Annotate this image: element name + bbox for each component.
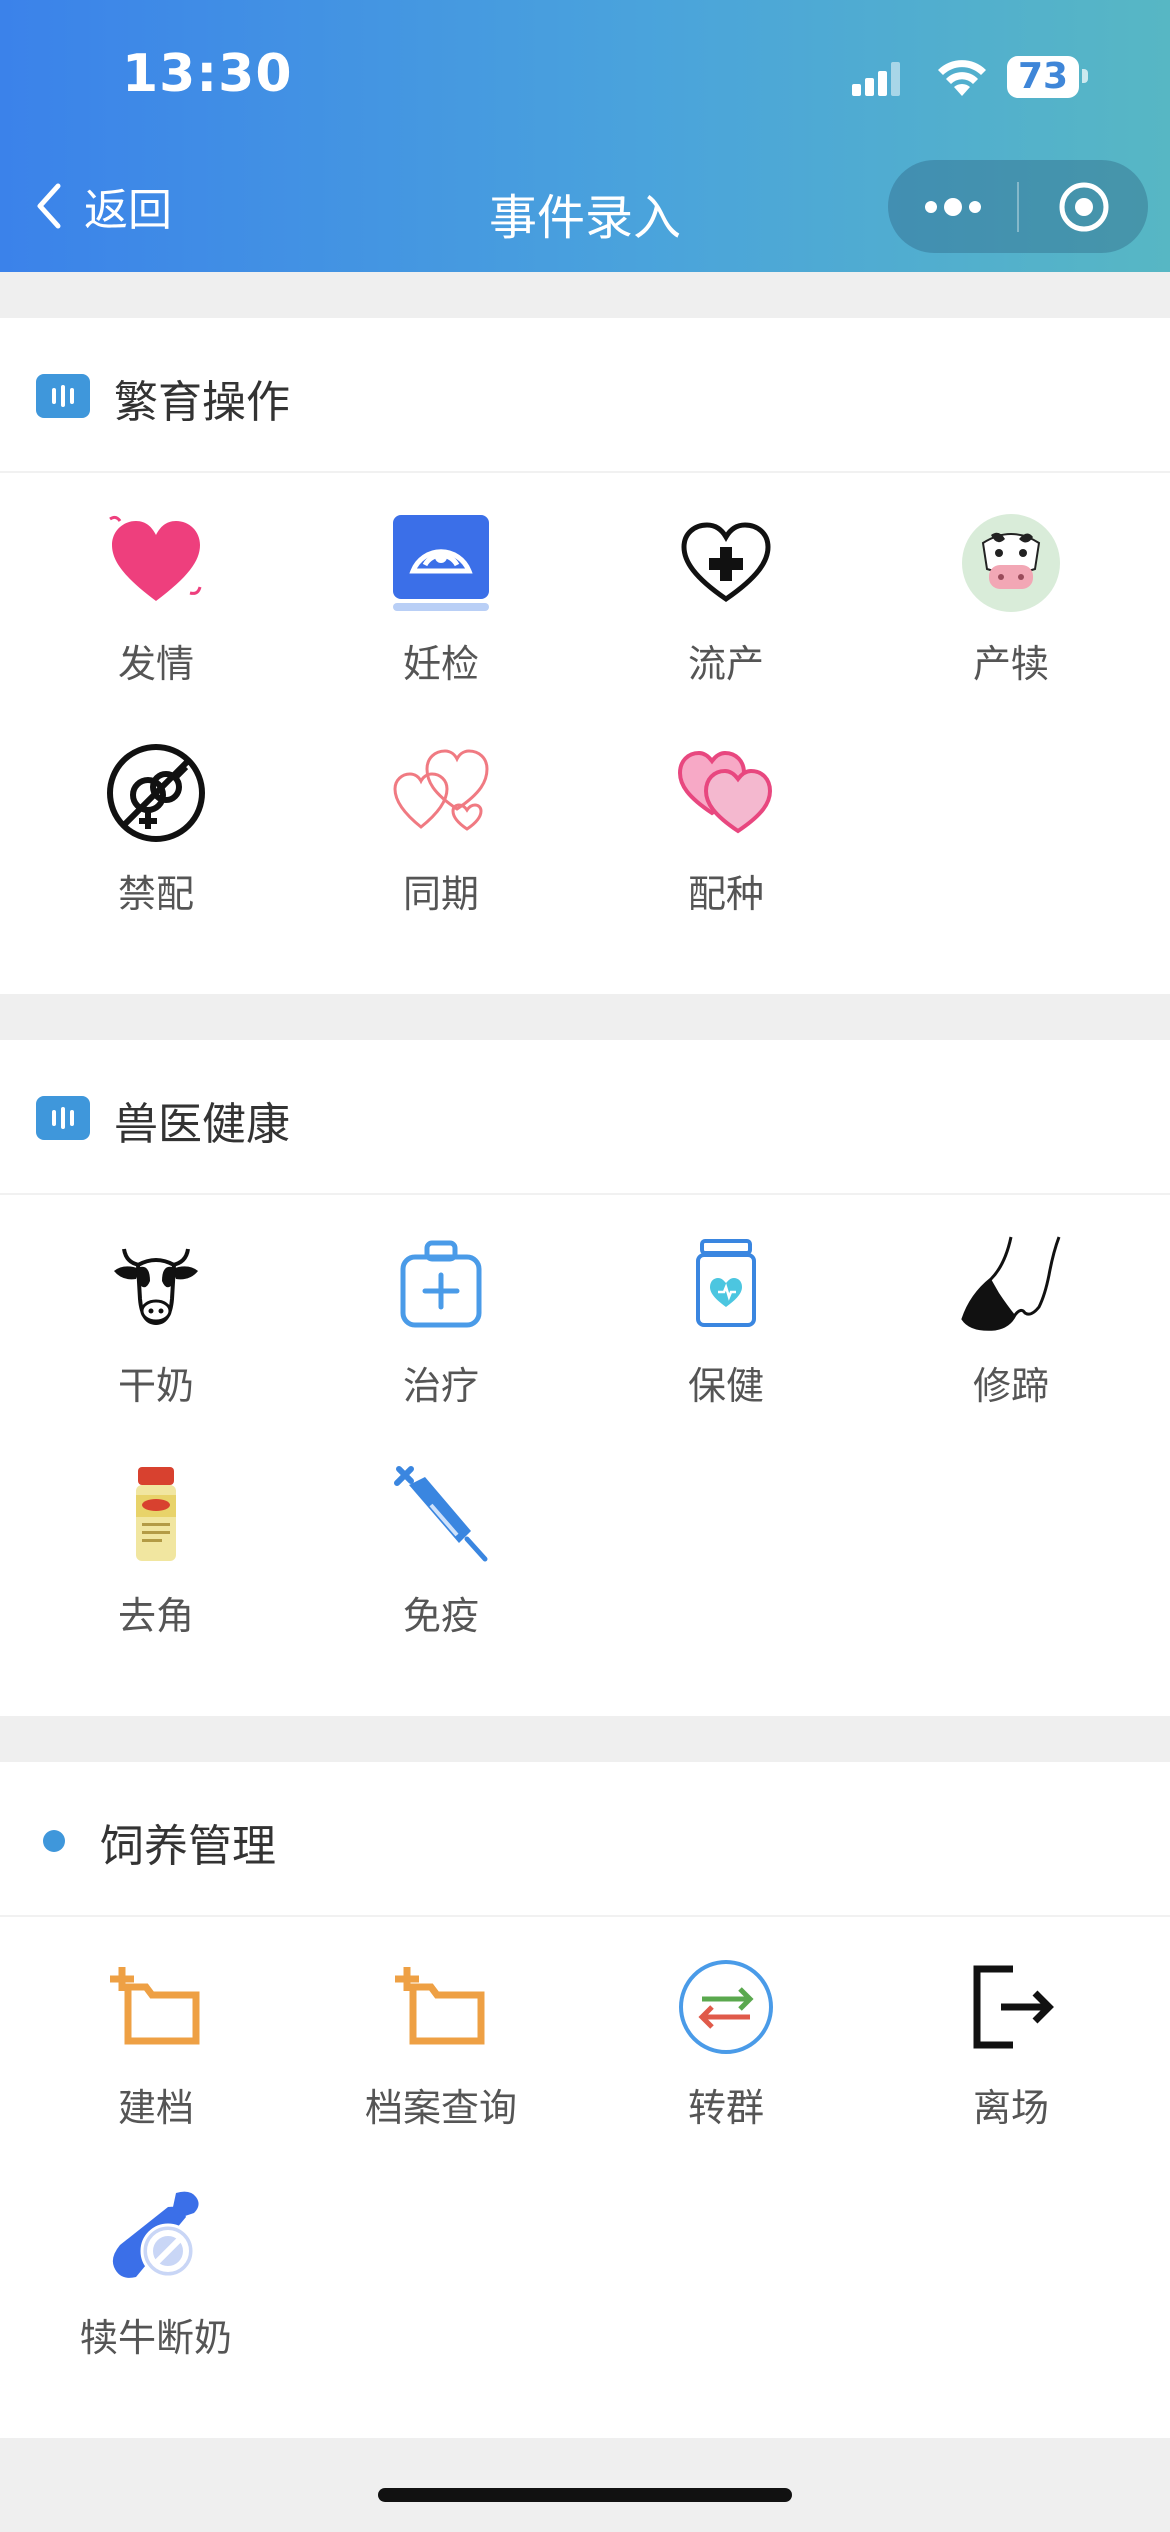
item-label: 修蹄 [972,1364,1049,1408]
item-label: 档案查询 [364,2086,517,2130]
dehorning-bottle-icon [106,1465,206,1565]
item-label: 犊牛断奶 [79,2316,232,2360]
item-dehorning[interactable]: 去角 [13,1425,299,1638]
section-title: 繁育操作 [114,377,290,428]
item-pregnancy-check[interactable]: 妊检 [298,473,584,686]
section-header: 兽医健康 [0,1040,1170,1195]
item-label: 妊检 [402,642,479,686]
section-marker-icon [36,1096,90,1140]
item-no-mating[interactable]: 禁配 [13,703,299,916]
item-insemination[interactable]: 配种 [583,703,869,916]
item-hoof-trimming[interactable]: 修蹄 [868,1195,1154,1408]
section-dot-icon [43,1830,65,1852]
section-veterinary: 兽医健康 干奶 治疗 保健 修蹄 去角 免疫 [0,1040,1170,1716]
item-label: 干奶 [117,1364,194,1408]
ultrasound-icon [391,513,491,613]
item-treatment[interactable]: 治疗 [298,1195,584,1408]
section-title: 兽医健康 [114,1099,290,1150]
item-calf-weaning[interactable]: 犊牛断奶 [13,2147,299,2360]
item-label: 禁配 [117,872,194,916]
heart-cross-icon [676,513,776,613]
signal-icon [852,62,900,96]
item-synchronization[interactable]: 同期 [298,703,584,916]
app-header: 13:30 73 返回 事件录入 [0,0,1170,272]
item-calving[interactable]: 产犊 [868,473,1154,686]
home-indicator [378,2488,792,2502]
battery-indicator: 73 [1007,56,1079,98]
section-marker-icon [36,374,90,418]
item-dry-off[interactable]: 干奶 [13,1195,299,1408]
item-label: 免疫 [402,1594,479,1638]
item-label: 配种 [687,872,764,916]
item-label: 产犊 [972,642,1049,686]
item-health-care[interactable]: 保健 [583,1195,869,1408]
section-header: 饲养管理 [0,1762,1170,1917]
folder-search-icon [391,1957,491,2057]
item-label: 保健 [687,1364,764,1408]
item-vaccination[interactable]: 免疫 [298,1425,584,1638]
item-create-record[interactable]: 建档 [13,1917,299,2130]
close-miniprogram-button[interactable] [1019,160,1148,253]
no-mating-icon [106,743,206,843]
item-record-query[interactable]: 档案查询 [298,1917,584,2130]
status-icons: 73 [852,54,1102,104]
target-circle-icon [1059,182,1108,231]
double-heart-outline-icon [391,743,491,843]
item-label: 同期 [402,872,479,916]
item-label: 发情 [117,642,194,686]
medical-kit-icon [391,1235,491,1335]
item-label: 治疗 [402,1364,479,1408]
item-leave-farm[interactable]: 离场 [868,1917,1154,2130]
section-breeding: 繁育操作 发情 妊检 流产 产犊 禁配 同期 配种 [0,318,1170,994]
more-button[interactable] [888,160,1017,253]
item-estrus[interactable]: 发情 [13,473,299,686]
weaning-icon [106,2187,206,2287]
more-dots-icon [924,197,981,216]
item-label: 流产 [687,642,764,686]
exit-icon [961,1957,1061,2057]
cow-head-icon [106,1235,206,1335]
item-label: 去角 [117,1594,194,1638]
battery-tip [1082,69,1088,83]
miniprogram-capsule [888,160,1148,253]
section-header: 繁育操作 [0,318,1170,473]
calf-face-icon [961,513,1061,613]
item-label: 转群 [687,2086,764,2130]
wifi-icon [938,60,986,96]
item-abortion[interactable]: 流产 [583,473,869,686]
section-feeding: 饲养管理 建档 档案查询 转群 离场 犊牛断奶 [0,1762,1170,2438]
status-time: 13:30 [122,44,293,104]
section-title: 饲养管理 [100,1821,276,1872]
item-label: 建档 [117,2086,194,2130]
heart-icon [106,513,206,613]
transfer-icon [676,1957,776,2057]
hoof-icon [961,1235,1061,1335]
double-heart-icon [676,743,776,843]
add-folder-icon [106,1957,206,2057]
syringe-icon [391,1465,491,1565]
item-group-transfer[interactable]: 转群 [583,1917,869,2130]
item-label: 离场 [972,2086,1049,2130]
medicine-jar-icon [676,1235,776,1335]
